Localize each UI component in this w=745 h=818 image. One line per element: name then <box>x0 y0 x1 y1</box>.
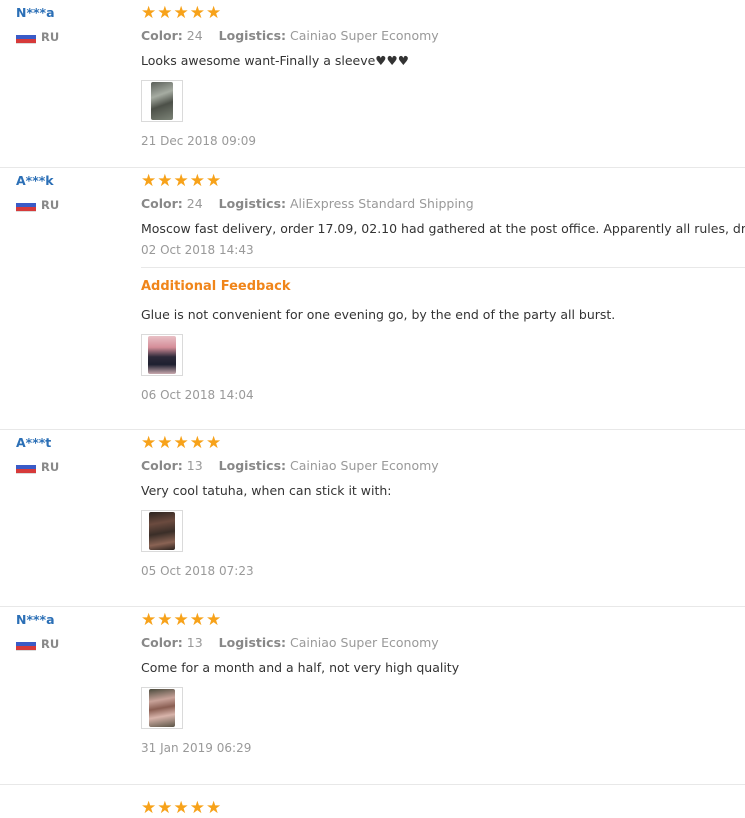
review-body: ★ ★ ★ ★ ★ Color: 13 Logistics: Cainiao Super… <box>141 430 745 580</box>
color-label: Color: <box>141 635 183 650</box>
review-meta: Color: 24 Logistics: Cainiao Super Econo… <box>141 26 745 46</box>
star-icon: ★ <box>206 2 222 23</box>
review-date: 31 Jan 2019 06:29 <box>141 741 252 755</box>
star-icon: ★ <box>141 432 157 453</box>
additional-feedback: Additional Feedback Glue is not convenie… <box>141 267 745 404</box>
star-icon: ★ <box>173 432 189 453</box>
review-item: N***a RU ★ ★ ★ ★ ★ Color: 13 Logistics: Cain… <box>0 607 745 785</box>
star-icon: ★ <box>173 2 189 23</box>
logistics-value: Cainiao Super Economy <box>290 458 439 473</box>
star-icon: ★ <box>157 432 173 453</box>
reviewer: N***a RU <box>16 4 126 44</box>
star-icon: ★ <box>141 797 157 818</box>
review-meta: Color: 13 Logistics: Cainiao Super Econo… <box>141 633 745 653</box>
star-icon: ★ <box>157 170 173 191</box>
logistics-label: Logistics: <box>218 458 287 473</box>
star-rating: ★ ★ ★ ★ ★ <box>141 798 745 818</box>
reviewer-name[interactable]: A***t <box>16 434 126 452</box>
star-icon: ★ <box>206 609 222 630</box>
logistics-label: Logistics: <box>218 635 287 650</box>
review-body: ★ ★ ★ ★ ★ Color: 24 Logistics: AliExpress St… <box>141 168 745 404</box>
logistics-label: Logistics: <box>218 196 287 211</box>
review-item: N***a RU ★ ★ ★ ★ ★ Color: 24 Logistics: Cain… <box>0 0 745 168</box>
star-icon: ★ <box>206 170 222 191</box>
logistics-value: Cainiao Super Economy <box>290 28 439 43</box>
review-date: 21 Dec 2018 09:09 <box>141 134 257 148</box>
reviewer-country: RU <box>16 637 126 651</box>
review-meta: Color: 13 Logistics: Cainiao Super Econo… <box>141 456 745 476</box>
logistics-value: Cainiao Super Economy <box>290 635 439 650</box>
review-date: 05 Oct 2018 07:23 <box>141 564 254 578</box>
additional-feedback-date: 06 Oct 2018 14:04 <box>141 388 254 402</box>
star-icon: ★ <box>189 170 205 191</box>
review-text: Looks awesome want-Finally a sleeve♥♥♥ <box>141 53 409 68</box>
color-value: 13 <box>186 458 203 473</box>
russia-flag-icon <box>16 198 36 212</box>
review-item: A***t RU ★ ★ ★ ★ ★ Color: 13 Logistics: Cain… <box>0 430 745 607</box>
star-rating: ★ ★ ★ ★ ★ <box>141 610 745 630</box>
additional-feedback-title: Additional Feedback <box>141 279 291 294</box>
color-label: Color: <box>141 28 183 43</box>
country-code: RU <box>41 30 60 44</box>
reviewer-name[interactable]: N***a <box>16 611 126 629</box>
additional-feedback-text: Glue is not convenient for one evening g… <box>141 307 616 322</box>
review-photo-thumbnail[interactable] <box>141 80 183 122</box>
reviewer-name[interactable]: N***a <box>16 4 126 22</box>
star-icon: ★ <box>173 170 189 191</box>
star-icon: ★ <box>141 2 157 23</box>
review-text: Very cool tatuha, when can stick it with… <box>141 483 392 498</box>
review-meta: Color: 24 Logistics: AliExpress Standard… <box>141 194 745 214</box>
review-text: Moscow fast delivery, order 17.09, 02.10… <box>141 221 745 236</box>
review-item-partial: ★ ★ ★ ★ ★ <box>0 785 745 818</box>
color-value: 13 <box>186 635 203 650</box>
star-icon: ★ <box>141 609 157 630</box>
color-label: Color: <box>141 458 183 473</box>
reviewer: A***k RU <box>16 172 126 212</box>
star-icon: ★ <box>189 797 205 818</box>
color-value: 24 <box>186 196 203 211</box>
reviewer-country: RU <box>16 460 126 474</box>
phone-sleeve-photo <box>151 82 173 120</box>
russia-flag-icon <box>16 30 36 44</box>
reviewer-country: RU <box>16 198 126 212</box>
country-code: RU <box>41 198 60 212</box>
star-icon: ★ <box>157 609 173 630</box>
russia-flag-icon <box>16 637 36 651</box>
reviewer: A***t RU <box>16 434 126 474</box>
logistics-label: Logistics: <box>218 28 287 43</box>
star-rating: ★ ★ ★ ★ ★ <box>141 3 745 23</box>
star-icon: ★ <box>189 609 205 630</box>
star-icon: ★ <box>189 432 205 453</box>
review-photo-thumbnail[interactable] <box>141 510 183 552</box>
star-icon: ★ <box>157 2 173 23</box>
star-icon: ★ <box>173 609 189 630</box>
reviewer-name[interactable]: A***k <box>16 172 126 190</box>
review-item: A***k RU ★ ★ ★ ★ ★ Color: 24 Logistics: AliE… <box>0 168 745 430</box>
country-code: RU <box>41 460 60 474</box>
logistics-value: AliExpress Standard Shipping <box>290 196 474 211</box>
tattoo-sheet-photo <box>149 689 175 727</box>
review-body: ★ ★ ★ ★ ★ Color: 24 Logistics: Cainiao Super… <box>141 0 745 150</box>
review-date: 02 Oct 2018 14:43 <box>141 243 254 257</box>
review-photo-thumbnail[interactable] <box>141 687 183 729</box>
russia-flag-icon <box>16 460 36 474</box>
star-icon: ★ <box>141 170 157 191</box>
review-body: ★ ★ ★ ★ ★ Color: 13 Logistics: Cainiao Super… <box>141 607 745 757</box>
reviewer: N***a RU <box>16 611 126 651</box>
color-value: 24 <box>186 28 203 43</box>
star-icon: ★ <box>189 2 205 23</box>
star-icon: ★ <box>157 797 173 818</box>
country-code: RU <box>41 637 60 651</box>
star-rating: ★ ★ ★ ★ ★ <box>141 171 745 191</box>
star-icon: ★ <box>173 797 189 818</box>
star-icon: ★ <box>206 432 222 453</box>
star-icon: ★ <box>206 797 222 818</box>
tattoo-sheet-photo <box>149 512 175 550</box>
review-text: Come for a month and a half, not very hi… <box>141 660 460 675</box>
color-label: Color: <box>141 196 183 211</box>
review-photo-thumbnail[interactable] <box>141 334 183 376</box>
reviewer-country: RU <box>16 30 126 44</box>
star-rating: ★ ★ ★ ★ ★ <box>141 433 745 453</box>
party-photo <box>148 336 176 374</box>
